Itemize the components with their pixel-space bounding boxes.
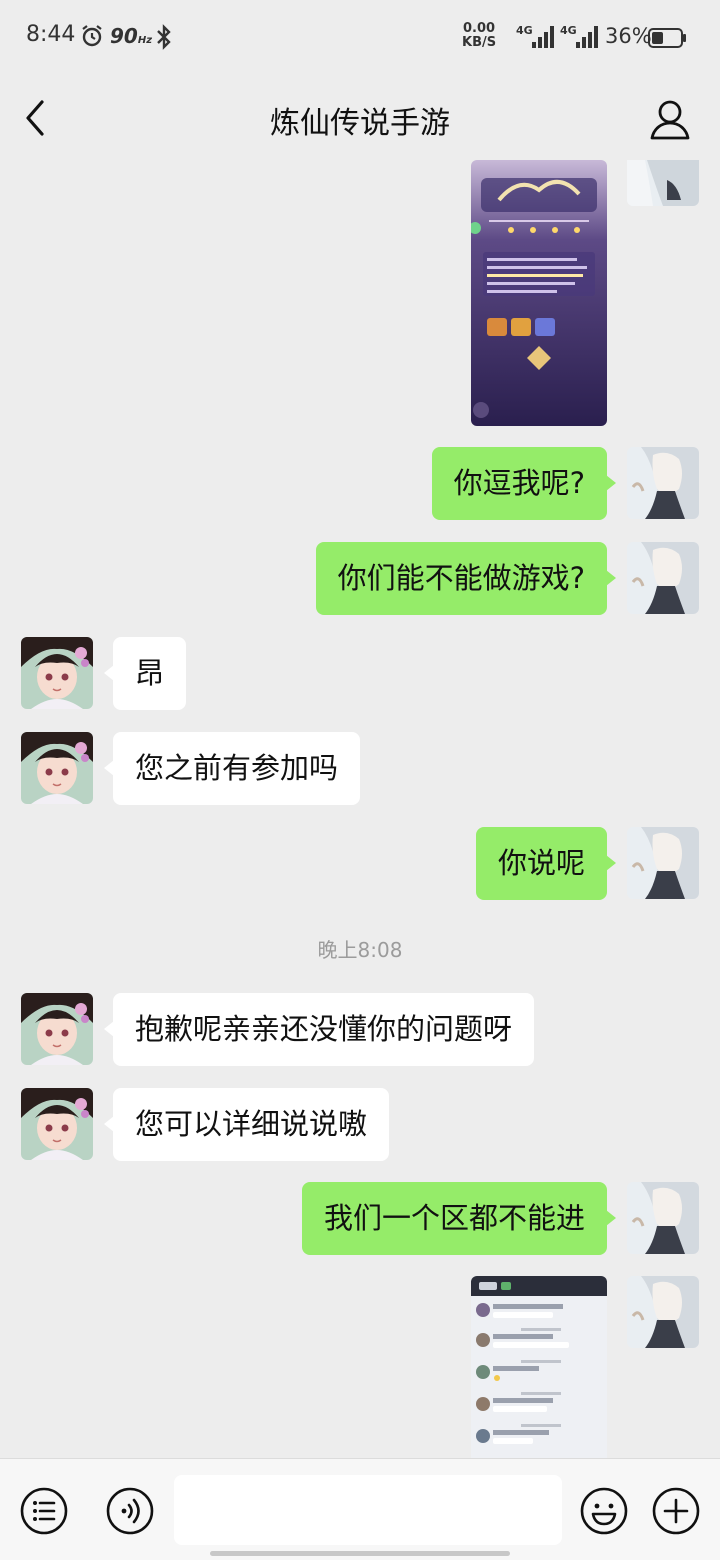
contact-avatar[interactable] — [21, 993, 93, 1065]
alarm-icon — [80, 24, 104, 52]
chat-title: 炼仙传说手游 — [270, 106, 450, 141]
user-profile-icon[interactable] — [646, 96, 694, 144]
battery-icon — [648, 27, 688, 53]
input-bar — [0, 1458, 720, 1560]
my-avatar[interactable] — [627, 1182, 699, 1254]
contact-message-bubble[interactable]: 您之前有参加吗 — [103, 732, 361, 805]
my-message-bubble[interactable]: 你说呢 — [475, 827, 617, 900]
contact-avatar[interactable] — [21, 732, 93, 804]
my-avatar[interactable] — [627, 1276, 699, 1348]
my-avatar[interactable] — [627, 447, 699, 519]
my-message-bubble[interactable]: 我们一个区都不能进 — [301, 1182, 617, 1255]
chat-header: 炼仙传说手游 — [0, 76, 720, 160]
svg-text:4G: 4G — [516, 24, 533, 37]
my-avatar[interactable] — [627, 542, 699, 614]
battery-percent: 36% — [605, 24, 652, 48]
svg-text:4G: 4G — [560, 24, 577, 37]
status-bar: 8:44 90Hz 0.00 KB/S 4G 4G 36% — [0, 0, 720, 76]
contact-message-bubble[interactable]: 抱歉呢亲亲还没懂你的问题呀 — [103, 993, 535, 1066]
image-message[interactable] — [471, 160, 607, 426]
my-message-bubble[interactable]: 你们能不能做游戏? — [315, 542, 617, 615]
home-indicator[interactable] — [210, 1551, 510, 1556]
message-timestamp: 晚上8:08 — [317, 938, 403, 962]
voice-icon[interactable] — [106, 1487, 154, 1539]
emoji-icon[interactable] — [580, 1487, 628, 1539]
network-speed: 0.00 KB/S — [462, 21, 497, 50]
signal-icon-sim1: 4G — [516, 22, 556, 54]
contact-avatar[interactable] — [21, 1088, 93, 1160]
image-message[interactable] — [471, 1276, 607, 1458]
bluetooth-icon — [154, 24, 174, 54]
contact-message-bubble[interactable]: 您可以详细说说嗷 — [103, 1088, 390, 1161]
signal-icon-sim2: 4G — [560, 22, 600, 54]
menu-list-icon[interactable] — [20, 1487, 68, 1539]
contact-avatar[interactable] — [21, 637, 93, 709]
message-input[interactable] — [174, 1475, 562, 1545]
contact-message-bubble[interactable]: 昂 — [103, 637, 187, 710]
my-avatar[interactable] — [627, 160, 699, 206]
my-avatar[interactable] — [627, 827, 699, 899]
plus-icon[interactable] — [652, 1487, 700, 1539]
status-time: 8:44 — [26, 22, 76, 47]
refresh-rate: 90Hz — [110, 24, 153, 48]
my-message-bubble[interactable]: 你逗我呢? — [431, 447, 617, 520]
